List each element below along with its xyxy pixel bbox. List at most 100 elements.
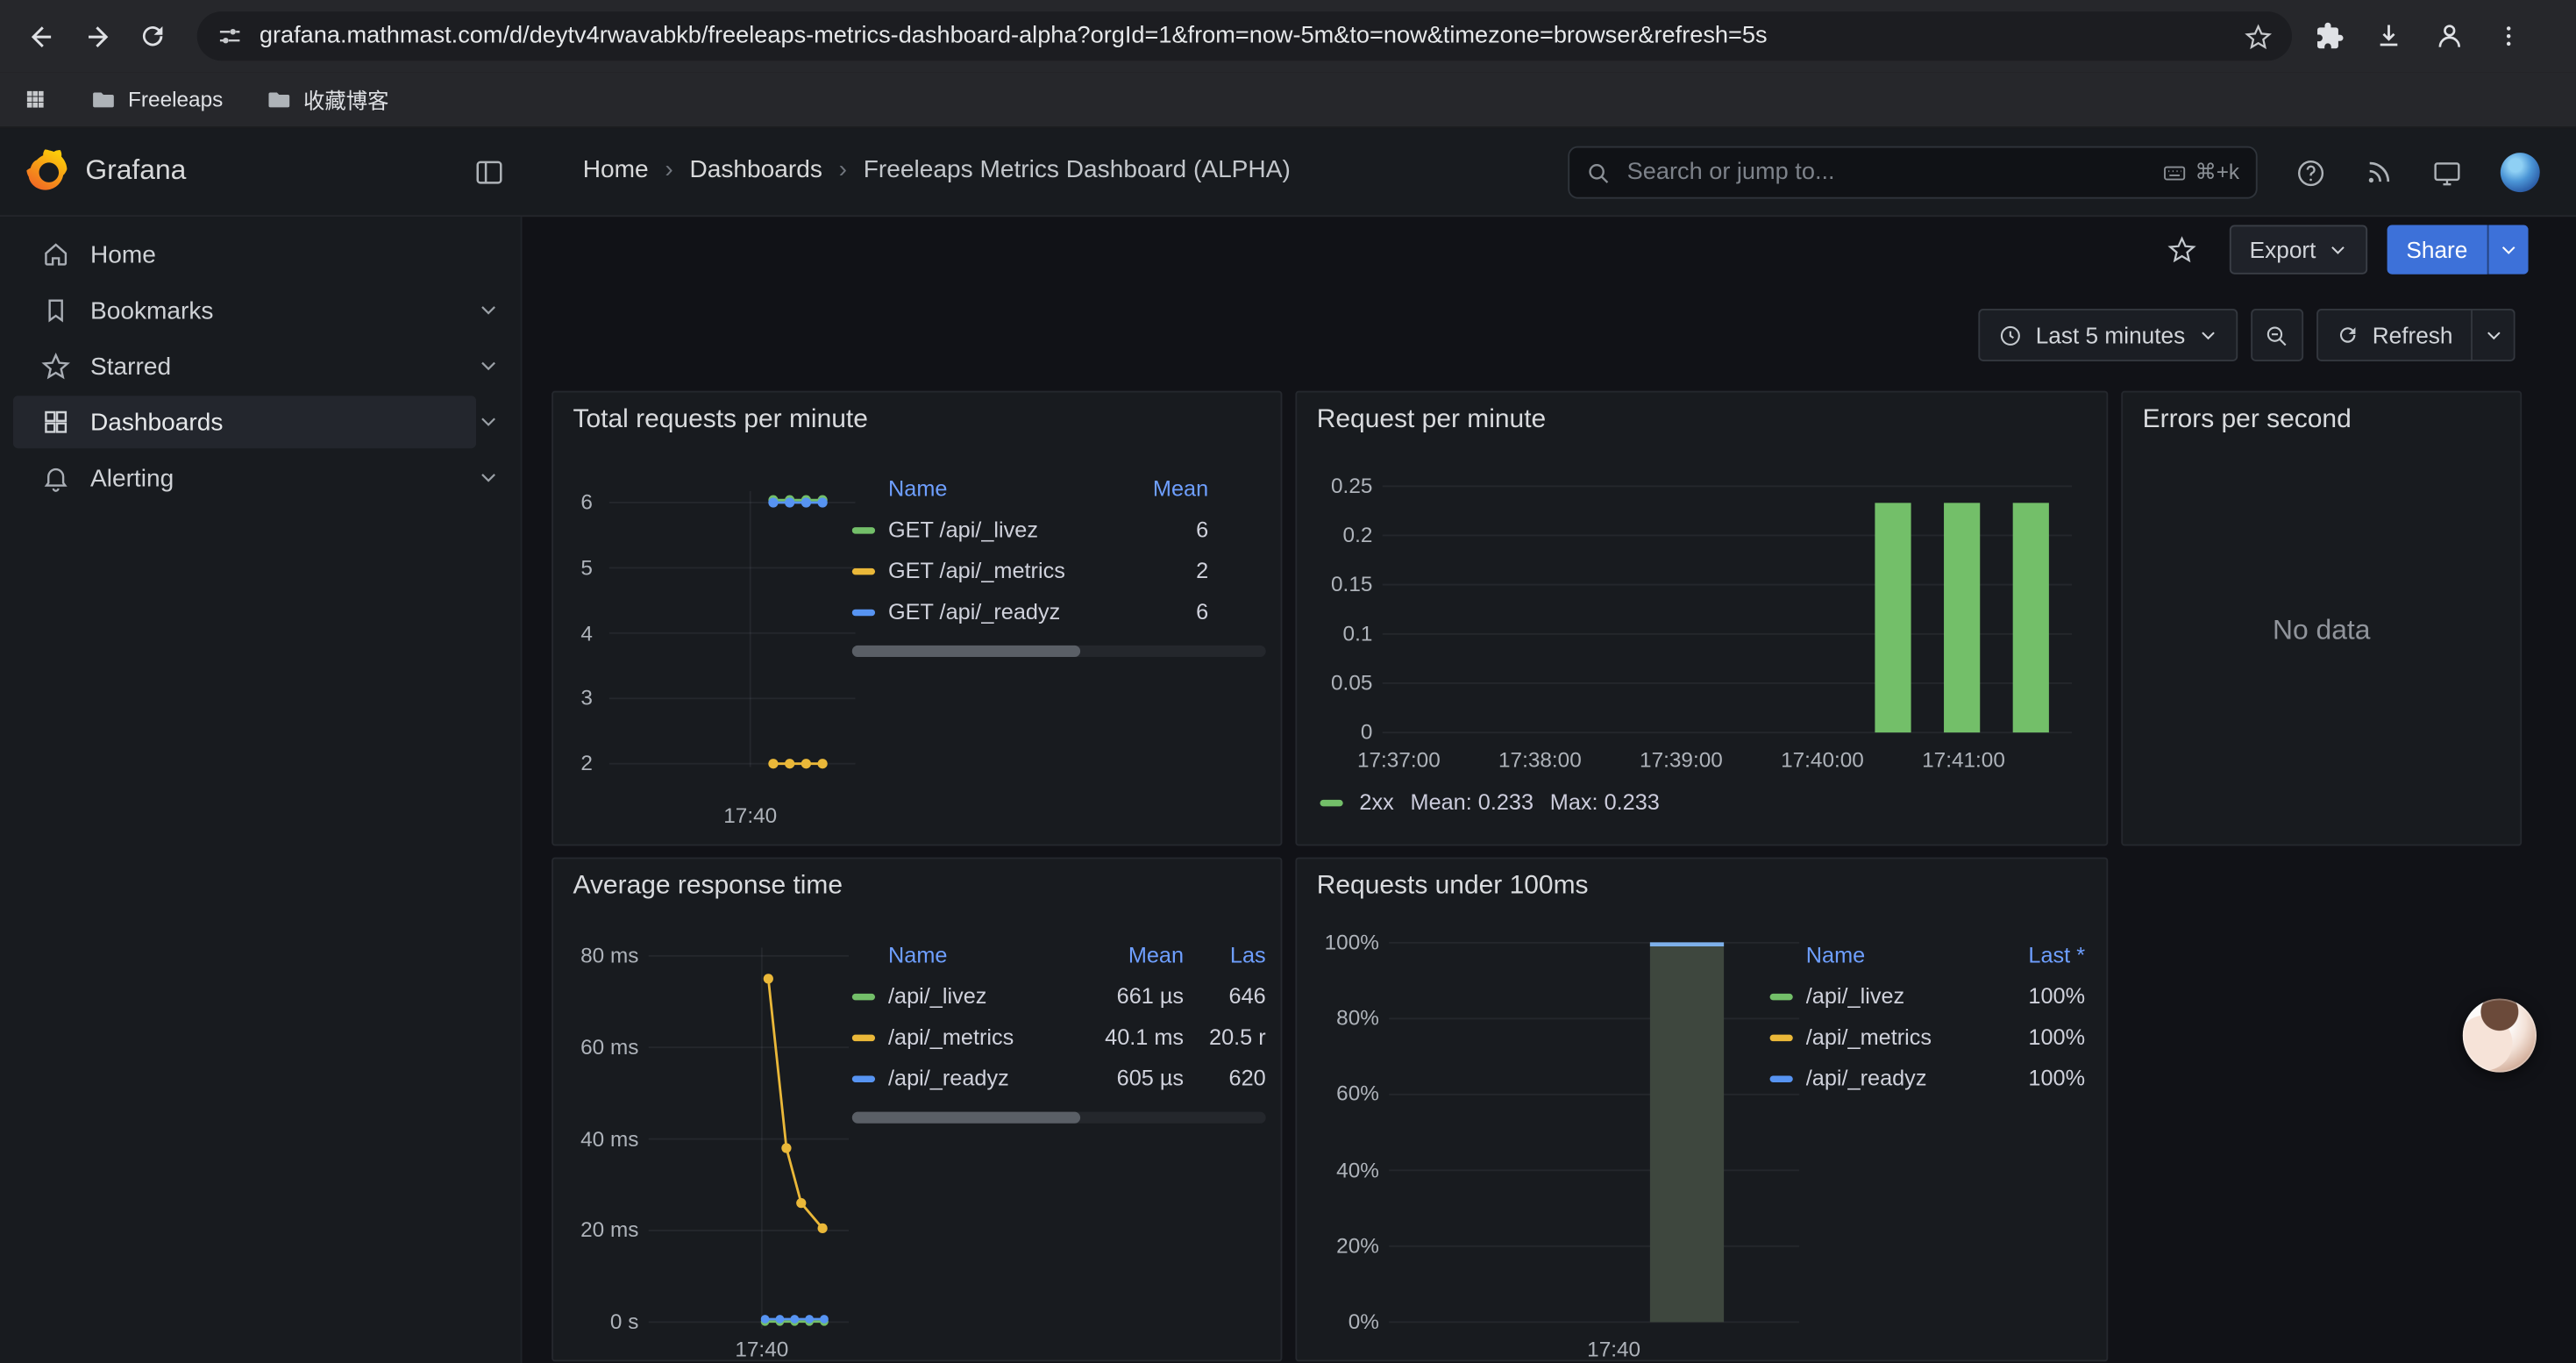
time-range-picker[interactable]: Last 5 minutes bbox=[1978, 309, 2238, 361]
bookmark-star-icon[interactable] bbox=[2245, 22, 2273, 50]
series-last: 100% bbox=[1989, 984, 2085, 1009]
refresh-interval-button[interactable] bbox=[2473, 309, 2516, 361]
grafana-home-link[interactable]: Grafana bbox=[26, 149, 186, 192]
display-icon[interactable] bbox=[2431, 157, 2463, 189]
line-chart bbox=[649, 945, 849, 1338]
legend-row: /api/_metrics 100% bbox=[1770, 1017, 2092, 1058]
x-axis-tick: 17:40 bbox=[713, 1337, 811, 1361]
profile-icon[interactable] bbox=[2433, 19, 2466, 52]
panel-title[interactable]: Errors per second bbox=[2143, 406, 2352, 436]
series-name[interactable]: /api/_metrics bbox=[888, 1024, 1088, 1049]
legend-scrollbar[interactable] bbox=[852, 1112, 1266, 1124]
news-rss-icon[interactable] bbox=[2364, 158, 2394, 188]
series-mean: Mean: 0.233 bbox=[1411, 790, 1534, 815]
address-bar[interactable]: grafana.mathmast.com/d/deytv4rwavabkb/fr… bbox=[197, 11, 2292, 61]
downloads-icon[interactable] bbox=[2374, 21, 2404, 51]
share-menu-button[interactable] bbox=[2487, 225, 2529, 275]
series-name[interactable]: /api/_livez bbox=[888, 984, 1088, 1009]
legend-header-name[interactable]: Name bbox=[852, 476, 1127, 501]
grafana-header: Grafana Home › Dashboards › Freeleaps Me… bbox=[0, 128, 2576, 217]
series-color-chip bbox=[1320, 799, 1342, 805]
bar-chart bbox=[1389, 934, 1799, 1335]
series-name[interactable]: 2xx bbox=[1359, 790, 1393, 815]
legend-header-mean[interactable]: Mean bbox=[1088, 943, 1184, 967]
panel-errors-per-second: Errors per second No data bbox=[2121, 391, 2522, 846]
series-color-chip bbox=[1770, 1075, 1793, 1081]
panel-title[interactable]: Average response time bbox=[573, 872, 843, 902]
browser-menu-icon[interactable] bbox=[2495, 23, 2522, 49]
chevron-down-icon bbox=[2198, 325, 2217, 345]
search-icon bbox=[1586, 161, 1611, 185]
share-button[interactable]: Share bbox=[2387, 225, 2487, 275]
panel-request-per-minute: Request per minute 0.250.20.150.10.050 1… bbox=[1295, 391, 2108, 846]
legend-table: Name Mean GET /api/_livez 6 GET /api/_me… bbox=[852, 468, 1266, 657]
sidebar-item-dashboards[interactable]: Dashboards bbox=[0, 394, 522, 450]
legend-header-last[interactable]: Last * bbox=[1989, 943, 2085, 967]
apps-grid-icon[interactable] bbox=[23, 87, 47, 111]
forward-icon[interactable] bbox=[69, 8, 125, 64]
legend-row: GET /api/_livez 6 bbox=[852, 509, 1266, 550]
breadcrumb-separator: › bbox=[665, 156, 672, 184]
reload-icon[interactable] bbox=[125, 8, 181, 64]
help-icon[interactable] bbox=[2295, 157, 2327, 189]
sidebar-item-alerting[interactable]: Alerting bbox=[0, 450, 522, 506]
scrollbar-thumb[interactable] bbox=[852, 1112, 1080, 1124]
url-text: grafana.mathmast.com/d/deytv4rwavabkb/fr… bbox=[260, 23, 2228, 49]
series-last: 20.5 r bbox=[1184, 1024, 1266, 1049]
favorite-star-icon[interactable] bbox=[2167, 235, 2197, 265]
bookmarks-bar: Freeleaps 收藏博客 bbox=[0, 72, 2576, 128]
bookmark-folder-blog[interactable]: 收藏博客 bbox=[266, 83, 388, 115]
y-axis: 80 ms60 ms40 ms20 ms0 s bbox=[553, 945, 638, 1334]
back-icon[interactable] bbox=[13, 8, 69, 64]
dashboards-icon bbox=[41, 407, 71, 437]
sidebar-item-home[interactable]: Home bbox=[0, 226, 522, 282]
home-icon bbox=[41, 239, 71, 269]
bookmark-folder-freeleaps[interactable]: Freeleaps bbox=[90, 86, 223, 112]
zoom-out-button[interactable] bbox=[2251, 309, 2303, 361]
chevron-down-icon[interactable] bbox=[478, 354, 499, 375]
panel-requests-under-100ms: Requests under 100ms 100%80%60%40%20%0% … bbox=[1295, 857, 2108, 1361]
series-name[interactable]: GET /api/_readyz bbox=[888, 599, 1127, 624]
series-name[interactable]: /api/_readyz bbox=[1806, 1066, 1990, 1090]
search-input[interactable] bbox=[1624, 158, 2149, 188]
x-axis-tick: 17:38:00 bbox=[1483, 747, 1598, 772]
chevron-down-icon[interactable] bbox=[478, 467, 499, 488]
series-name[interactable]: /api/_livez bbox=[1806, 984, 1990, 1009]
refresh-button[interactable]: Refresh bbox=[2316, 309, 2473, 361]
legend-scrollbar[interactable] bbox=[852, 646, 1266, 657]
breadcrumb-dashboards[interactable]: Dashboards bbox=[689, 156, 822, 184]
sidebar-toggle-icon[interactable] bbox=[473, 156, 505, 189]
y-axis: 65432 bbox=[553, 491, 593, 775]
panel-title[interactable]: Request per minute bbox=[1317, 406, 1546, 436]
grafana-brand: Grafana bbox=[85, 154, 186, 187]
series-color-chip bbox=[1770, 1034, 1793, 1040]
sidebar-item-starred[interactable]: Starred bbox=[0, 339, 522, 395]
series-name[interactable]: GET /api/_livez bbox=[888, 517, 1127, 542]
legend-header-mean[interactable]: Mean bbox=[1127, 476, 1209, 501]
export-button[interactable]: Export bbox=[2230, 225, 2366, 275]
x-axis-tick: 17:40:00 bbox=[1765, 747, 1880, 772]
bookmark-icon bbox=[41, 296, 71, 325]
search-box[interactable]: ⌘+k bbox=[1568, 146, 2257, 199]
scrollbar-thumb[interactable] bbox=[852, 646, 1080, 657]
legend-header-last[interactable]: Las bbox=[1184, 943, 1266, 967]
user-avatar[interactable] bbox=[2501, 153, 2540, 192]
chevron-down-icon[interactable] bbox=[478, 299, 499, 320]
series-name[interactable]: /api/_metrics bbox=[1806, 1024, 1990, 1049]
breadcrumb-home[interactable]: Home bbox=[583, 156, 649, 184]
grafana-logo-icon bbox=[26, 149, 69, 192]
legend-header-name[interactable]: Name bbox=[1770, 943, 1990, 967]
site-settings-icon[interactable] bbox=[217, 23, 243, 49]
series-name[interactable]: GET /api/_metrics bbox=[888, 559, 1127, 583]
panel-title[interactable]: Requests under 100ms bbox=[1317, 872, 1589, 902]
assistant-avatar[interactable] bbox=[2463, 998, 2537, 1072]
sidebar-item-bookmarks[interactable]: Bookmarks bbox=[0, 282, 522, 339]
legend-header-name[interactable]: Name bbox=[852, 943, 1089, 967]
series-last: 100% bbox=[1989, 1066, 2085, 1090]
x-axis-tick: 17:40 bbox=[701, 803, 800, 828]
panel-title[interactable]: Total requests per minute bbox=[573, 406, 868, 436]
series-name[interactable]: /api/_readyz bbox=[888, 1066, 1088, 1090]
legend-row: GET /api/_metrics 2 bbox=[852, 550, 1266, 591]
chevron-down-icon[interactable] bbox=[478, 410, 499, 432]
extensions-icon[interactable] bbox=[2315, 21, 2345, 51]
